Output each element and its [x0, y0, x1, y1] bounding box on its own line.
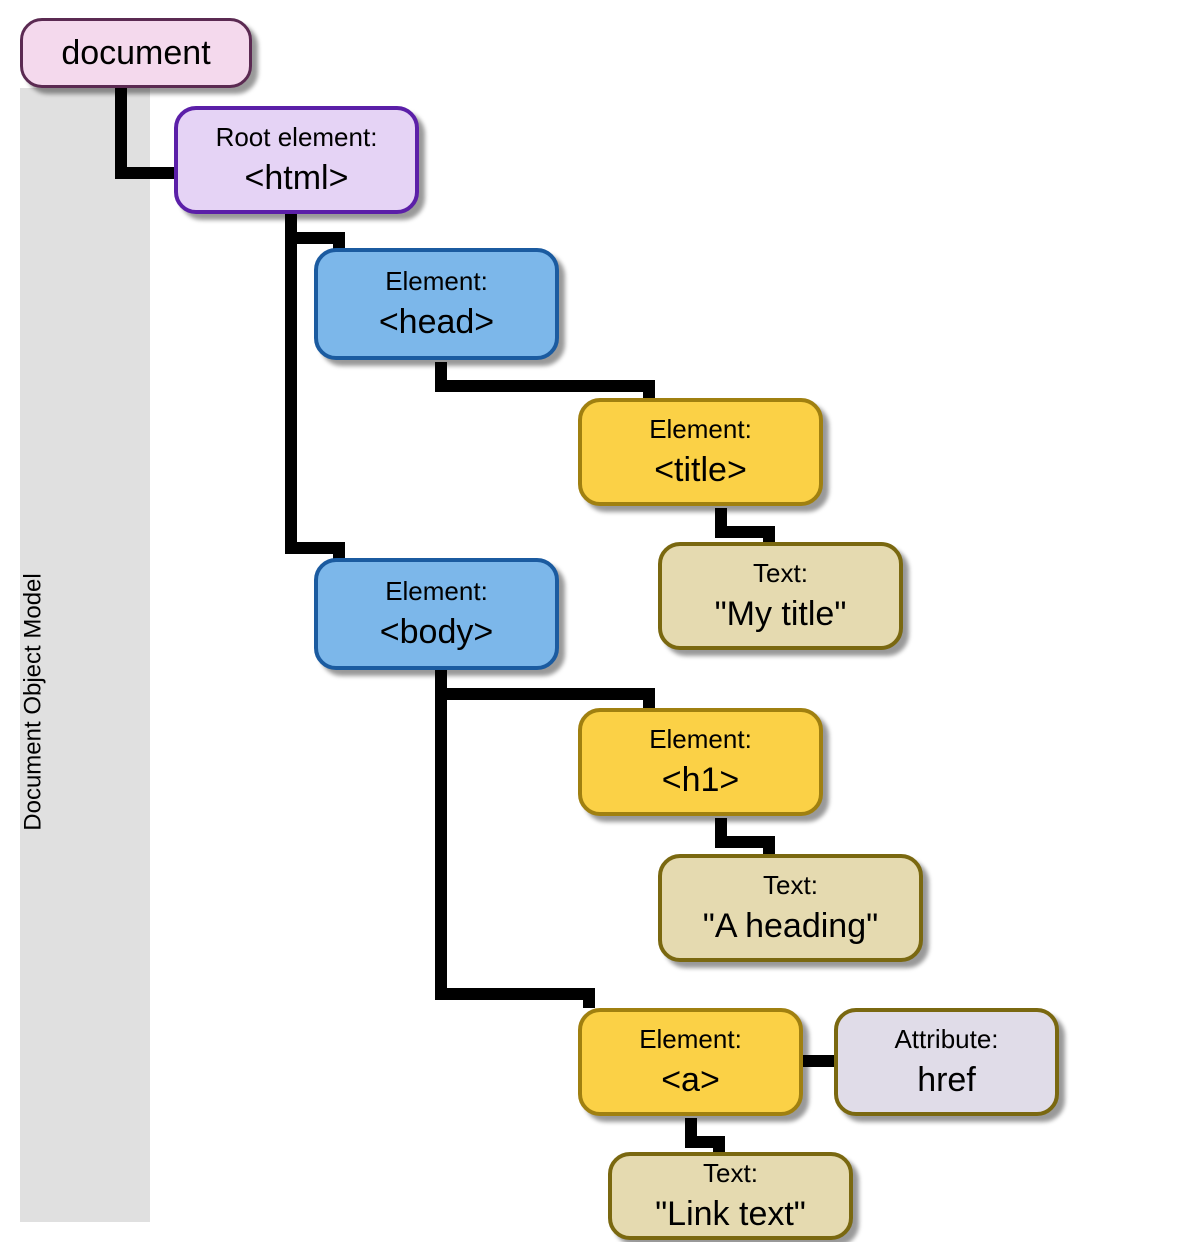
- node-a-text: Text: "Link text": [608, 1152, 853, 1240]
- node-document: document: [20, 18, 252, 88]
- node-root-html: Root element: <html>: [174, 106, 419, 214]
- node-label: Element:: [649, 414, 752, 445]
- node-label: Element:: [385, 576, 488, 607]
- node-title-text: Text: "My title": [658, 542, 903, 650]
- node-label: Element:: [385, 266, 488, 297]
- node-label: Attribute:: [894, 1024, 998, 1055]
- node-tag: <head>: [379, 303, 494, 342]
- connector: [435, 670, 447, 1000]
- connector: [435, 988, 595, 1000]
- node-tag: <title>: [654, 451, 747, 490]
- node-value: "My title": [715, 595, 847, 634]
- node-head: Element: <head>: [314, 248, 559, 360]
- node-a: Element: <a>: [578, 1008, 803, 1116]
- connector: [643, 688, 655, 710]
- connector: [643, 380, 655, 400]
- node-a-attr: Attribute: href: [834, 1008, 1059, 1116]
- node-h1: Element: <h1>: [578, 708, 823, 816]
- node-title: Element: <title>: [578, 398, 823, 506]
- connector: [285, 214, 297, 554]
- connector: [583, 988, 595, 1008]
- node-h1-text: Text: "A heading": [658, 854, 923, 962]
- node-body: Element: <body>: [314, 558, 559, 670]
- connector: [435, 688, 655, 700]
- node-label: Text:: [703, 1158, 758, 1189]
- node-tag: <html>: [245, 159, 349, 198]
- node-label: Text:: [753, 558, 808, 589]
- node-document-label: document: [61, 34, 210, 73]
- node-label: Root element:: [216, 122, 378, 153]
- connector: [763, 836, 775, 856]
- connector: [115, 88, 127, 179]
- node-tag: <body>: [380, 613, 493, 652]
- node-tag: <h1>: [662, 761, 740, 800]
- node-label: Element:: [639, 1024, 742, 1055]
- node-value: href: [917, 1061, 976, 1100]
- connector: [435, 380, 655, 392]
- node-value: "A heading": [703, 907, 878, 946]
- node-label: Element:: [649, 724, 752, 755]
- node-tag: <a>: [661, 1061, 720, 1100]
- node-value: "Link text": [655, 1195, 806, 1234]
- node-label: Text:: [763, 870, 818, 901]
- sidebar-subtitle: Document Object Model: [20, 573, 48, 830]
- sidebar-strip: DOM Document Object Model: [20, 88, 150, 1222]
